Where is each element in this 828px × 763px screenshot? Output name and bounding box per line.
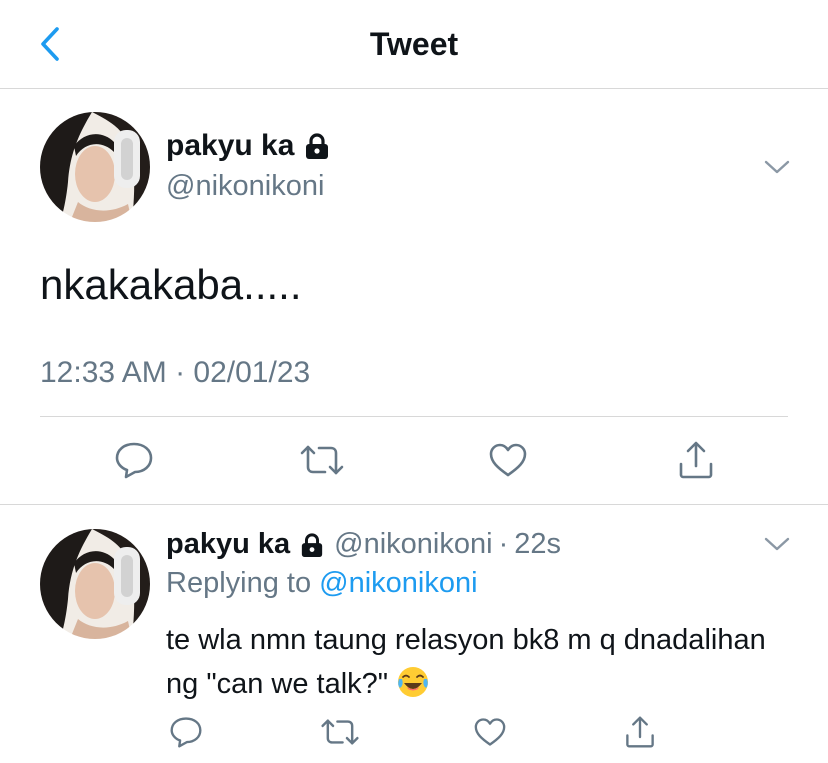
avatar[interactable] [40, 112, 150, 222]
header-bar: Tweet [0, 0, 828, 89]
reply-text-block: te wla nmn taung relasyon bk8 m q dnadal… [166, 618, 786, 712]
like-icon [474, 718, 506, 746]
reply-avatar[interactable] [40, 529, 150, 639]
reply-reply-button[interactable] [160, 706, 212, 758]
chevron-down-icon [764, 160, 790, 174]
lock-icon [300, 532, 324, 558]
divider [0, 504, 828, 505]
reply-author-name[interactable]: pakyu ka [166, 528, 290, 561]
replying-to-label: Replying to [166, 567, 312, 599]
replying-to-line: Replying to @nikonikoni [166, 567, 478, 600]
divider [40, 416, 788, 417]
reply-like-button[interactable] [464, 706, 516, 758]
reply-text: te wla nmn taung relasyon bk8 m q dnadal… [166, 624, 766, 700]
lock-icon [306, 133, 329, 159]
tweet-text: nkakakaba..... [40, 261, 302, 308]
like-button[interactable] [482, 434, 534, 486]
tweet-options-button[interactable] [760, 150, 794, 184]
separator-dot: · [498, 528, 509, 560]
replying-to-link[interactable]: @nikonikoni [319, 567, 477, 599]
reply-retweet-button[interactable] [314, 706, 366, 758]
reply-icon [115, 442, 153, 479]
retweet-icon [321, 719, 359, 745]
author-name-row: pakyu ka [166, 129, 330, 163]
like-icon [489, 443, 527, 477]
page-title: Tweet [369, 26, 459, 62]
author-name[interactable]: pakyu ka [166, 129, 294, 163]
reply-button[interactable] [108, 434, 160, 486]
tweet-timestamp[interactable]: 12:33 AM · 02/01/23 [40, 356, 310, 390]
reply-options-button[interactable] [760, 527, 794, 561]
share-icon [679, 441, 713, 479]
author-handle[interactable]: @nikonikoni [166, 170, 324, 203]
reply-time[interactable]: 22s [514, 528, 561, 561]
reply-author-handle[interactable]: @nikonikoni [334, 528, 492, 561]
retweet-button[interactable] [296, 434, 348, 486]
retweet-icon [300, 445, 344, 475]
face-with-tears-of-joy-icon [396, 665, 430, 712]
chevron-down-icon [764, 537, 790, 551]
reply-share-button[interactable] [614, 706, 666, 758]
reply-icon [170, 717, 202, 748]
reply-header: pakyu ka @nikonikoni · 22s [166, 528, 561, 561]
share-icon [626, 716, 654, 748]
share-button[interactable] [670, 434, 722, 486]
